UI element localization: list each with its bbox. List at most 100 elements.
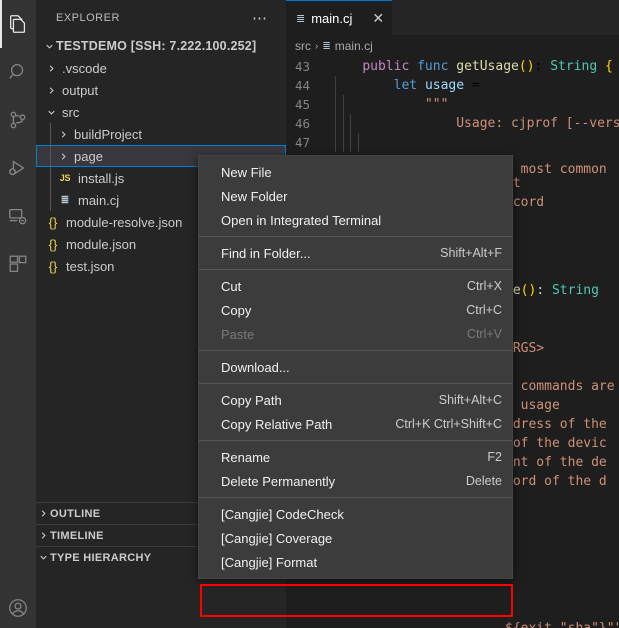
context-menu[interactable]: New File New FolderOpen in Integrated Ter… (198, 155, 513, 579)
tree-item-label: module-resolve.json (66, 215, 182, 230)
tree-item-src[interactable]: src (36, 101, 286, 123)
menu-separator (199, 497, 512, 498)
code-token (417, 78, 425, 93)
line-number: 46 (286, 114, 322, 133)
menu-item-label: Rename (221, 450, 270, 465)
indent-guide (50, 167, 51, 189)
menu-item-label: [Cangjie] CodeCheck (221, 507, 344, 522)
menu-item-shortcut: F2 (487, 450, 502, 464)
menu-item-copy-path[interactable]: Copy PathShift+Alt+C (199, 388, 512, 412)
menu-item-label: Paste (221, 327, 254, 342)
menu-item-copy-relative-path[interactable]: Copy Relative Path Ctrl+K Ctrl+Shift+C (199, 412, 512, 436)
chevron-down-icon (42, 35, 56, 57)
breadcrumb-item-main-cj[interactable]: main.cj (335, 39, 373, 53)
tree-item-output[interactable]: output (36, 79, 286, 101)
extensions-icon[interactable] (0, 240, 36, 288)
menu-item-cangjie-coverage[interactable]: [Cangjie] Coverage (199, 526, 512, 550)
code-line-text (322, 133, 331, 152)
indent-guide (343, 114, 344, 133)
tree-item-label: main.cj (78, 193, 119, 208)
menu-item-label: Cut (221, 279, 241, 294)
code-token: """ (331, 97, 448, 112)
code-token (409, 59, 417, 74)
menu-item-label: [Cangjie] Coverage (221, 531, 332, 546)
chevron-right-icon (36, 525, 50, 547)
tree-item-label: test.json (66, 259, 114, 274)
tree-item-buildproject[interactable]: buildProject (36, 123, 286, 145)
json-file-icon: {} (44, 211, 62, 233)
chevron-down-icon[interactable] (44, 101, 58, 123)
menu-item-label: [Cangjie] Format (221, 555, 317, 570)
close-icon[interactable]: ✕ (372, 11, 384, 25)
more-actions-icon[interactable]: ⋯ (252, 9, 278, 27)
code-line: 44 let usage = (286, 76, 619, 95)
code-line: 43 public func getUsage(): String { (286, 57, 619, 76)
menu-item-shortcut: Ctrl+V (467, 327, 502, 341)
chevron-right-icon[interactable] (56, 145, 70, 167)
json-file-icon: {} (44, 255, 62, 277)
menu-item-label: Find in Folder... (221, 246, 311, 261)
menu-item-shortcut: Ctrl+K Ctrl+Shift+C (395, 417, 502, 431)
code-token: Usage: cjprof [--version (331, 116, 619, 131)
tab-bar: ≣ main.cj ✕ (286, 0, 619, 35)
tree-item-label: module.json (66, 237, 136, 252)
menu-item-download[interactable]: Download... (199, 355, 512, 379)
menu-item-cut[interactable]: Cut Ctrl+X (199, 274, 512, 298)
menu-item-delete-permanently[interactable]: Delete PermanentlyDelete (199, 469, 512, 493)
menu-item-label: Download... (221, 360, 290, 375)
code-line-text: Usage: cjprof [--version (322, 114, 619, 133)
search-icon[interactable] (0, 48, 36, 96)
menu-item-copy[interactable]: CopyCtrl+C (199, 298, 512, 322)
panel-label-type-hierarchy: TYPE HIERARCHY (50, 552, 151, 564)
remote-explorer-icon[interactable] (0, 192, 36, 240)
cangjie-file-icon: ≣ (296, 12, 305, 25)
indent-guide (335, 95, 336, 114)
cangjie-file-icon: ≣ (322, 41, 330, 52)
cangjie-file-icon: ≣ (56, 189, 74, 211)
chevron-right-icon (36, 503, 50, 525)
menu-item-rename[interactable]: Rename F2 (199, 445, 512, 469)
menu-item-find-in-folder[interactable]: Find in Folder... Shift+Alt+F (199, 241, 512, 265)
menu-item-shortcut: Ctrl+X (467, 279, 502, 293)
menu-separator (199, 383, 512, 384)
sidebar-title-label: EXPLORER (56, 12, 120, 24)
indent-guide (350, 133, 351, 152)
panel-label-outline: OUTLINE (50, 508, 100, 520)
menu-item-open-in-integrated-terminal[interactable]: Open in Integrated Terminal (199, 208, 512, 232)
menu-item-cangjie-codecheck[interactable]: [Cangjie] CodeCheck (199, 502, 512, 526)
json-file-icon: {} (44, 233, 62, 255)
explorer-icon[interactable] (0, 0, 36, 48)
indent-guide (343, 133, 344, 152)
source-control-icon[interactable] (0, 96, 36, 144)
tree-item--vscode[interactable]: .vscode (36, 57, 286, 79)
chevron-right-icon[interactable] (56, 123, 70, 145)
accounts-icon[interactable] (0, 588, 36, 628)
menu-item-cangjie-format[interactable]: [Cangjie] Format (199, 550, 512, 574)
chevron-right-icon[interactable] (44, 57, 58, 79)
indent-guide (350, 114, 351, 133)
tree-root-testdemo[interactable]: TESTDEMO [SSH: 7.222.100.252] (36, 35, 286, 57)
tab-main-cj[interactable]: ≣ main.cj ✕ (286, 0, 392, 35)
chevron-right-icon: › (315, 41, 318, 52)
menu-item-new-folder[interactable]: New Folder (199, 184, 512, 208)
menu-item-new-file[interactable]: New File (199, 160, 512, 184)
tree-item-label: install.js (78, 171, 124, 186)
indent-guide (335, 114, 336, 133)
run-debug-icon[interactable] (0, 144, 36, 192)
code-line: 47 (286, 133, 619, 152)
breadcrumb-item-src[interactable]: src (295, 39, 311, 53)
tab-label: main.cj (311, 11, 352, 26)
menu-item-shortcut: Shift+Alt+F (440, 246, 502, 260)
menu-item-label: New File (221, 165, 272, 180)
code-token: getUsage (456, 59, 519, 74)
indent-guide (358, 133, 359, 152)
indent-guide (335, 133, 336, 152)
chevron-right-icon[interactable] (44, 79, 58, 101)
breadcrumb: src › ≣ main.cj (286, 35, 619, 57)
chevron-down-icon (36, 547, 50, 569)
menu-item-shortcut: Ctrl+C (466, 303, 502, 317)
code-token: func (417, 59, 448, 74)
menu-item-label: Copy Relative Path (221, 417, 332, 432)
code-token: () (519, 59, 535, 74)
code-line-text: let usage = (322, 76, 480, 95)
